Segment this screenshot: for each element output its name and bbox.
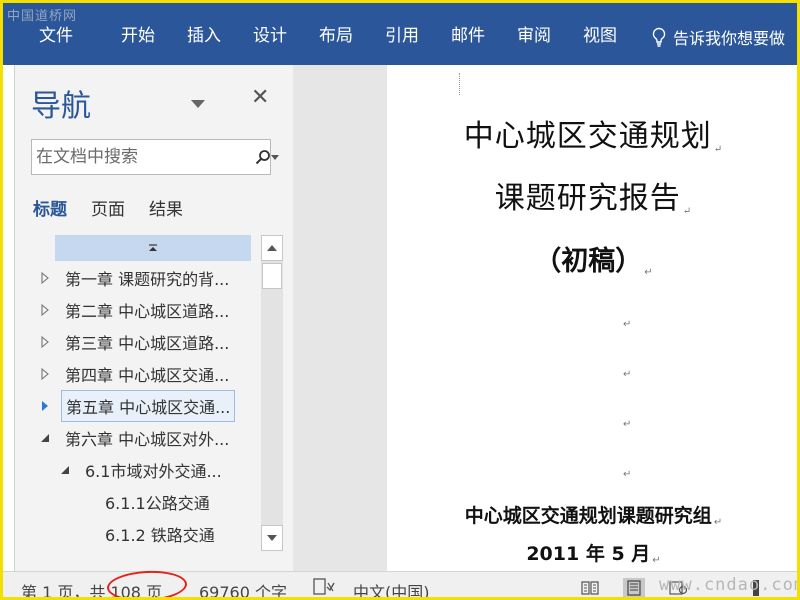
- proofing-button[interactable]: [313, 578, 335, 597]
- app-window: 中国道桥网 文件 开始 插入 设计 布局 引用 邮件 审阅 视图 告诉我你想要做…: [0, 0, 800, 600]
- heading-label: 第三章 中心城区道路...: [65, 334, 230, 353]
- document-page[interactable]: 中心城区交通规划 ↵ 课题研究报告 ↵ （初稿） ↵ ↵ ↵ ↵ ↵ 中心城区交通规划…: [387, 65, 797, 571]
- proofing-icon: [313, 578, 335, 595]
- tab-file[interactable]: 文件: [39, 25, 73, 47]
- arrow-up-icon: [267, 245, 277, 251]
- tab-mailings[interactable]: 邮件: [451, 25, 485, 47]
- page-icon: [627, 580, 641, 596]
- scroll-to-top-bar[interactable]: [55, 235, 251, 261]
- language-indicator[interactable]: 中文(中国): [353, 579, 430, 597]
- tab-design[interactable]: 设计: [253, 25, 287, 47]
- heading-item[interactable]: 第六章 中心城区对外...: [35, 423, 233, 453]
- paragraph-mark: ↵: [623, 369, 632, 380]
- tell-me-box[interactable]: 告诉我你想要做: [651, 25, 785, 49]
- paragraph-mark: ↵: [623, 319, 632, 330]
- scroll-down-button[interactable]: [261, 525, 283, 551]
- tab-pages[interactable]: 页面: [91, 195, 125, 220]
- collapse-arrow-icon[interactable]: [55, 465, 75, 475]
- tab-references[interactable]: 引用: [385, 25, 419, 47]
- tab-headings[interactable]: 标题: [33, 195, 67, 220]
- heading-label: 第二章 中心城区道路...: [65, 302, 230, 321]
- doc-title-line-1: 中心城区交通规划 ↵: [463, 119, 724, 155]
- collapse-arrow-icon[interactable]: [35, 433, 55, 443]
- expand-arrow-icon[interactable]: [35, 272, 55, 284]
- tab-home[interactable]: 开始: [121, 25, 155, 47]
- lightbulb-icon: [652, 27, 666, 47]
- scrollbar-thumb[interactable]: [262, 263, 282, 289]
- document-canvas: [293, 65, 387, 571]
- heading-label: 第四章 中心城区交通...: [65, 366, 230, 385]
- search-box: [31, 139, 279, 175]
- doc-organization: 中心城区交通规划课题研究组 ↵: [464, 505, 723, 528]
- nav-tabs: 标题 页面 结果: [33, 195, 207, 220]
- heading-item[interactable]: 6.1.2 铁路交通: [101, 519, 219, 549]
- collapse-up-icon: [149, 244, 157, 251]
- chevron-down-icon: [271, 154, 279, 160]
- heading-label: 6.1.2 铁路交通: [105, 526, 215, 545]
- nav-pane-title: 导航: [31, 89, 91, 124]
- close-pane-button[interactable]: ✕: [251, 85, 269, 110]
- paragraph-mark: ↵: [623, 419, 632, 430]
- background-window-strip: [3, 65, 15, 571]
- search-icon: [255, 150, 270, 165]
- scroll-up-button[interactable]: [261, 235, 283, 261]
- heading-label: 6.1市域对外交通...: [85, 462, 222, 481]
- heading-label: 第五章 中心城区交通...: [61, 390, 236, 422]
- search-input[interactable]: [32, 147, 255, 167]
- word-count[interactable]: 69760 个字: [199, 579, 287, 597]
- ribbon-tab-bar: 中国道桥网 文件 开始 插入 设计 布局 引用 邮件 审阅 视图 告诉我你想要做: [3, 3, 797, 65]
- heading-label: 6.1.1公路交通: [105, 494, 210, 513]
- tab-insert[interactable]: 插入: [187, 25, 221, 47]
- heading-item[interactable]: 第二章 中心城区道路...: [35, 295, 233, 325]
- tell-me-text: 告诉我你想要做: [673, 29, 786, 48]
- heading-item-selected[interactable]: 第五章 中心城区交通...: [35, 390, 236, 422]
- chevron-down-icon: [191, 100, 205, 108]
- heading-item[interactable]: 6.1市域对外交通...: [55, 455, 226, 485]
- tab-view[interactable]: 视图: [583, 25, 617, 47]
- watermark-top: 中国道桥网: [7, 9, 78, 24]
- heading-item[interactable]: 第四章 中心城区交通...: [35, 359, 233, 389]
- read-mode-button[interactable]: [579, 578, 601, 597]
- heading-label: 第一章 课题研究的背...: [65, 270, 230, 289]
- heading-item[interactable]: 6.1.1公路交通: [101, 487, 214, 517]
- navigation-pane: 导航 ✕ 标题 页面 结果 第一章 课题研究的背...: [15, 65, 293, 571]
- search-options-button[interactable]: [271, 154, 279, 160]
- expand-arrow-icon[interactable]: [35, 368, 55, 380]
- heading-item[interactable]: 第一章 课题研究的背...: [35, 263, 233, 293]
- tree-scrollbar[interactable]: [261, 235, 283, 551]
- doc-subtitle: （初稿） ↵: [534, 246, 653, 278]
- tab-results[interactable]: 结果: [149, 195, 183, 220]
- doc-date: 2011 年 5 月 ↵: [526, 543, 661, 566]
- heading-label: 第六章 中心城区对外...: [65, 430, 230, 449]
- doc-title-line-2: 课题研究报告 ↵: [494, 181, 693, 217]
- text-cursor: [459, 73, 460, 95]
- paragraph-mark: ↵: [623, 469, 632, 480]
- watermark-bottom: www.cndao.com: [659, 575, 800, 595]
- heading-tree: 第一章 课题研究的背... 第二章 中心城区道路... 第三章 中心城区道路..…: [25, 235, 261, 551]
- tab-layout[interactable]: 布局: [319, 25, 353, 47]
- search-button[interactable]: [255, 149, 271, 165]
- print-layout-button[interactable]: [623, 578, 645, 597]
- expand-arrow-icon[interactable]: [35, 304, 55, 316]
- book-icon: [581, 581, 599, 595]
- heading-item[interactable]: 第三章 中心城区道路...: [35, 327, 233, 357]
- pane-options-button[interactable]: [191, 93, 205, 112]
- expand-arrow-icon[interactable]: [35, 336, 55, 348]
- tab-review[interactable]: 审阅: [517, 25, 551, 47]
- expand-arrow-icon[interactable]: [35, 400, 55, 412]
- arrow-down-icon: [267, 535, 277, 541]
